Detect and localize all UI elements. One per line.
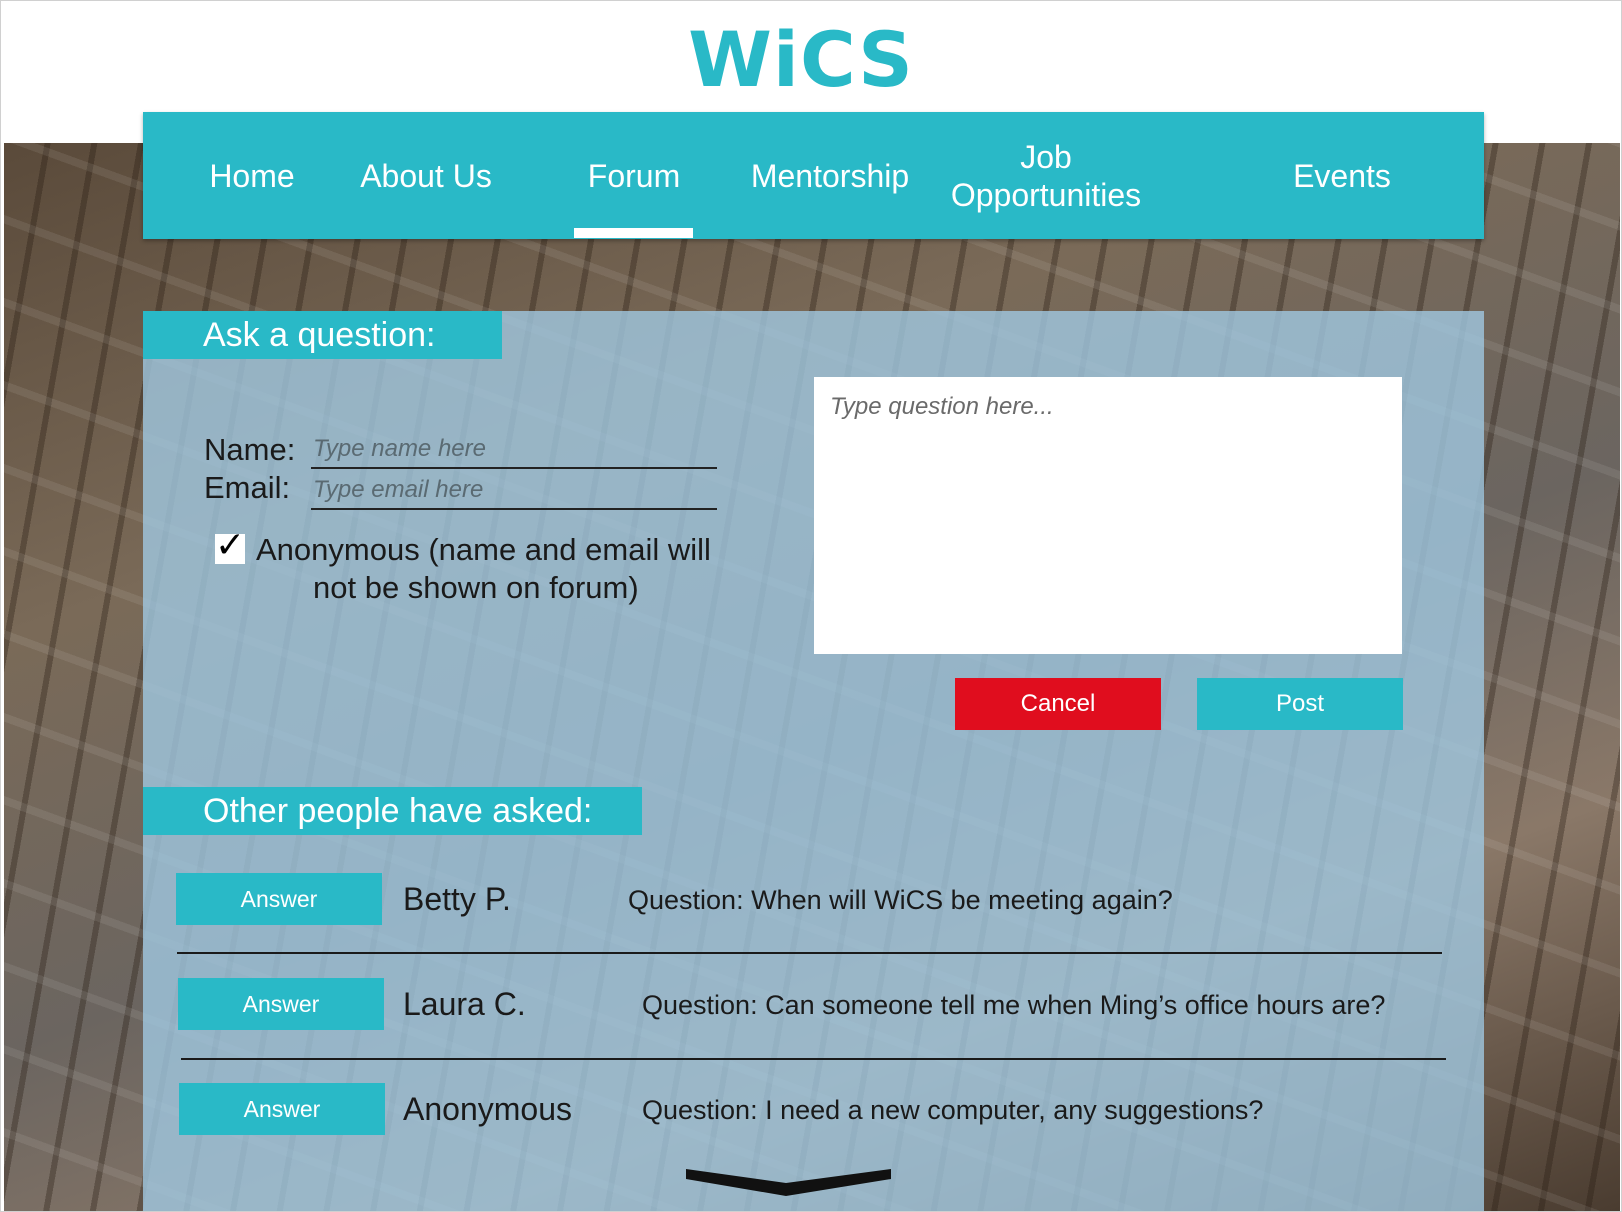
post-button[interactable]: Post xyxy=(1197,678,1403,730)
question-asker: Betty P. xyxy=(403,881,511,917)
question-text[interactable]: Question: I need a new computer, any sug… xyxy=(642,1095,1263,1126)
name-input[interactable] xyxy=(311,431,717,469)
nav-active-indicator xyxy=(574,228,693,238)
name-label: Name: xyxy=(204,432,296,467)
question-row: Answer Anonymous Question: I need a new … xyxy=(1,1083,1621,1143)
question-asker: Anonymous xyxy=(403,1091,572,1127)
wics-logo[interactable]: WiCS xyxy=(1,15,1601,104)
email-label: Email: xyxy=(204,470,291,505)
answer-button[interactable]: Answer xyxy=(179,1083,385,1135)
chevron-down-icon[interactable] xyxy=(686,1161,891,1196)
row-divider xyxy=(177,952,1442,954)
question-asker: Laura C. xyxy=(403,986,526,1022)
other-questions-heading: Other people have asked: xyxy=(143,787,642,835)
anonymous-label-line2: not be shown on forum) xyxy=(313,570,639,605)
ask-question-heading: Ask a question: xyxy=(143,311,502,359)
nav-item-job-opportunities[interactable]: Job Opportunities xyxy=(951,112,1141,239)
page-frame: WiCS Home About Us Forum Mentorship Job … xyxy=(0,0,1622,1212)
question-textarea[interactable] xyxy=(814,377,1402,654)
nav-item-home[interactable]: Home xyxy=(190,112,314,239)
question-text[interactable]: Question: When will WiCS be meeting agai… xyxy=(628,885,1173,916)
nav-item-mentorship[interactable]: Mentorship xyxy=(746,112,914,239)
anonymous-label-line1: Anonymous (name and email will xyxy=(256,532,711,567)
email-input[interactable] xyxy=(311,472,717,510)
question-text[interactable]: Question: Can someone tell me when Ming’… xyxy=(642,990,1385,1021)
answer-button[interactable]: Answer xyxy=(176,873,382,925)
main-nav: Home About Us Forum Mentorship Job Oppor… xyxy=(143,112,1484,239)
anonymous-checkbox[interactable]: ✓ xyxy=(215,528,245,564)
nav-item-about-us[interactable]: About Us xyxy=(352,112,500,239)
anonymous-label: Anonymous (name and email will not be sh… xyxy=(256,531,756,607)
question-row: Answer Betty P. Question: When will WiCS… xyxy=(1,873,1621,933)
nav-item-forum[interactable]: Forum xyxy=(573,112,695,239)
nav-item-events[interactable]: Events xyxy=(1287,112,1397,239)
checkmark-icon: ✓ xyxy=(215,525,246,566)
question-row: Answer Laura C. Question: Can someone te… xyxy=(1,978,1621,1038)
cancel-button[interactable]: Cancel xyxy=(955,678,1161,730)
row-divider xyxy=(181,1058,1446,1060)
answer-button[interactable]: Answer xyxy=(178,978,384,1030)
